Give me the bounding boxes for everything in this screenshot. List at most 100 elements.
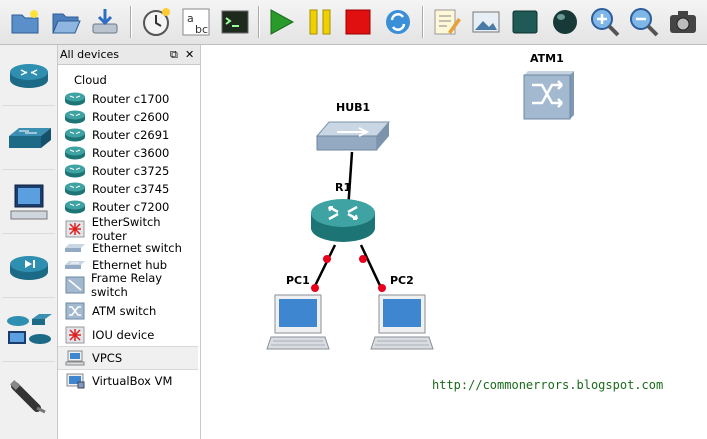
device-list-item[interactable]: IOU device xyxy=(58,324,198,346)
draw-ellipse-icon[interactable] xyxy=(548,4,582,40)
reload-icon[interactable] xyxy=(381,4,415,40)
router-icon xyxy=(63,91,87,107)
show-hostnames-icon[interactable]: a bc xyxy=(179,4,213,40)
pc1-node[interactable] xyxy=(265,293,331,357)
pc2-port-dot xyxy=(378,284,386,292)
device-list-item[interactable]: Router c1700 xyxy=(58,90,198,108)
cloud-icon xyxy=(63,72,69,88)
routers-icon[interactable] xyxy=(2,47,55,106)
device-list-item[interactable]: Frame Relay switch xyxy=(58,271,198,299)
atm-switch-node[interactable] xyxy=(521,69,575,125)
vbox-icon xyxy=(63,373,87,389)
etherswitch-icon xyxy=(63,220,87,238)
device-list-item[interactable]: ATM switch xyxy=(58,300,198,322)
device-label: Router c3745 xyxy=(92,182,170,196)
device-label: IOU device xyxy=(92,328,155,342)
save-project-icon[interactable] xyxy=(88,4,122,40)
pc2-node[interactable] xyxy=(369,293,435,357)
device-list-panel: All devices ⧉ ✕ Cloud Router c1700 Router … xyxy=(58,45,201,439)
router-icon xyxy=(63,199,87,215)
device-label: Router c3600 xyxy=(92,146,170,160)
hub-icon xyxy=(63,257,87,273)
ethernet-hub-icon xyxy=(315,121,391,151)
device-list-item[interactable]: Router c7200 xyxy=(58,198,198,216)
vpcs-icon xyxy=(370,294,434,350)
start-icon[interactable] xyxy=(264,4,298,40)
zoom-in-icon[interactable] xyxy=(588,4,622,40)
panel-header: All devices ⧉ ✕ xyxy=(58,45,200,65)
device-label: Ethernet hub xyxy=(92,258,168,272)
open-project-icon[interactable] xyxy=(49,4,83,40)
pc-icon xyxy=(63,350,87,366)
vpcs-icon xyxy=(266,294,330,350)
device-list-item[interactable]: Cloud xyxy=(58,72,198,88)
suspend-icon[interactable] xyxy=(303,4,337,40)
router-icon xyxy=(63,127,87,143)
link-r1-pc1[interactable] xyxy=(311,244,337,291)
device-label: EtherSwitch router xyxy=(91,215,161,243)
framerelay-icon xyxy=(63,276,86,294)
svg-text:bc: bc xyxy=(195,23,208,36)
switches-icon[interactable] xyxy=(2,111,55,170)
svg-text:a: a xyxy=(187,12,194,25)
console-icon[interactable] xyxy=(218,4,252,40)
new-project-icon[interactable] xyxy=(8,4,42,40)
device-list-item[interactable]: VirtualBox VM xyxy=(58,370,198,392)
router-icon xyxy=(63,181,87,197)
device-label: Router c2691 xyxy=(92,128,170,142)
device-list-item[interactable]: Ethernet switch xyxy=(58,240,198,256)
device-list-item[interactable]: Router c2691 xyxy=(58,126,198,144)
atm1-label: ATM1 xyxy=(530,52,564,65)
device-label: Router c1700 xyxy=(92,92,170,106)
device-label: Ethernet switch xyxy=(92,241,182,255)
stop-icon[interactable] xyxy=(341,4,375,40)
zoom-out-icon[interactable] xyxy=(627,4,661,40)
hub1-label: HUB1 xyxy=(336,101,371,114)
router-icon xyxy=(311,199,375,242)
device-list-item[interactable]: EtherSwitch router xyxy=(58,215,198,243)
add-link-icon[interactable] xyxy=(2,367,55,425)
device-list-item[interactable]: Router c3600 xyxy=(58,144,198,162)
link-r1-pc2[interactable] xyxy=(359,244,384,291)
router-icon xyxy=(63,109,87,125)
ethernet-hub-node[interactable] xyxy=(315,118,391,158)
device-label: Router c2600 xyxy=(92,110,170,124)
atm-switch-icon xyxy=(523,71,574,120)
panel-title: All devices xyxy=(60,48,119,61)
r1-pc1-port-dot xyxy=(323,255,331,263)
device-list-item[interactable]: Router c3725 xyxy=(58,162,198,180)
device-label: Router c7200 xyxy=(92,200,170,214)
device-list-item[interactable]: VPCS xyxy=(58,346,198,370)
device-list-item[interactable]: Router c2600 xyxy=(58,108,198,126)
r1-pc2-port-dot xyxy=(359,255,367,263)
snapshot-icon[interactable] xyxy=(139,4,173,40)
device-category-bar xyxy=(0,45,58,439)
insert-picture-icon[interactable] xyxy=(469,4,503,40)
device-list-item[interactable]: Router c3745 xyxy=(58,180,198,198)
router-node[interactable] xyxy=(309,195,377,249)
r1-label: R1 xyxy=(335,181,352,194)
device-label: ATM switch xyxy=(92,304,157,318)
device-label: Cloud xyxy=(74,73,107,87)
security-devices-icon[interactable] xyxy=(2,239,55,298)
atm-icon xyxy=(63,302,87,320)
all-devices-icon[interactable] xyxy=(2,303,55,362)
device-label: Router c3725 xyxy=(92,164,170,178)
switch-icon xyxy=(63,240,87,256)
router-icon xyxy=(63,145,87,161)
close-panel-icon[interactable]: ✕ xyxy=(185,45,194,64)
draw-rectangle-icon[interactable] xyxy=(508,4,542,40)
device-label: VirtualBox VM xyxy=(92,374,173,388)
float-panel-icon[interactable]: ⧉ xyxy=(170,45,178,64)
pc1-label: PC1 xyxy=(286,274,310,287)
device-label: VPCS xyxy=(92,351,123,365)
router-icon xyxy=(63,163,87,179)
iou-icon xyxy=(63,326,87,344)
blog-url-watermark: http://commonerrors.blogspot.com xyxy=(432,378,664,392)
pc1-port-dot xyxy=(311,284,319,292)
add-note-icon[interactable] xyxy=(429,4,463,40)
device-label: Frame Relay switch xyxy=(91,271,163,299)
end-devices-icon[interactable] xyxy=(2,175,55,234)
screenshot-icon[interactable] xyxy=(666,4,700,40)
main-toolbar: a bc xyxy=(0,0,707,45)
